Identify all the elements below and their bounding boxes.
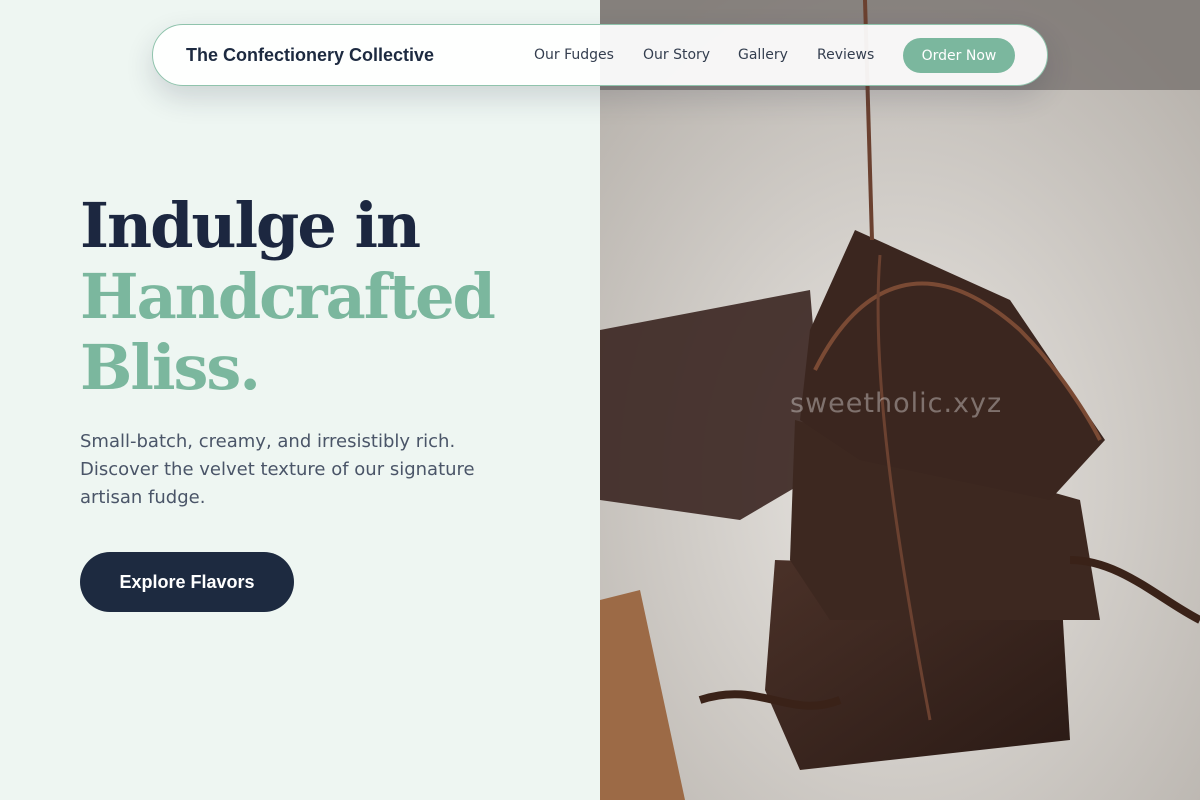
nav-link-our-fudges[interactable]: Our Fudges	[534, 47, 614, 63]
top-navbar: The Confectionery Collective Our Fudges …	[152, 24, 1048, 86]
image-watermark: sweetholic.xyz	[790, 388, 1003, 419]
hero-image: sweetholic.xyz	[600, 0, 1200, 800]
nav-link-our-story[interactable]: Our Story	[643, 47, 710, 63]
hero-title-line-3: Bliss.	[80, 331, 261, 404]
nav-link-reviews[interactable]: Reviews	[817, 47, 874, 63]
hero-title-line-2: Handcrafted	[80, 260, 496, 333]
order-now-button[interactable]: Order Now	[903, 38, 1015, 73]
hero-title-line-1: Indulge in	[80, 189, 421, 262]
hero-title: Indulge in Handcrafted Bliss.	[80, 189, 496, 404]
brand-logo[interactable]: The Confectionery Collective	[186, 45, 434, 66]
explore-flavors-button[interactable]: Explore Flavors	[80, 552, 294, 612]
nav-link-gallery[interactable]: Gallery	[738, 47, 788, 63]
hero-subtitle: Small-batch, creamy, and irresistibly ri…	[80, 431, 475, 508]
